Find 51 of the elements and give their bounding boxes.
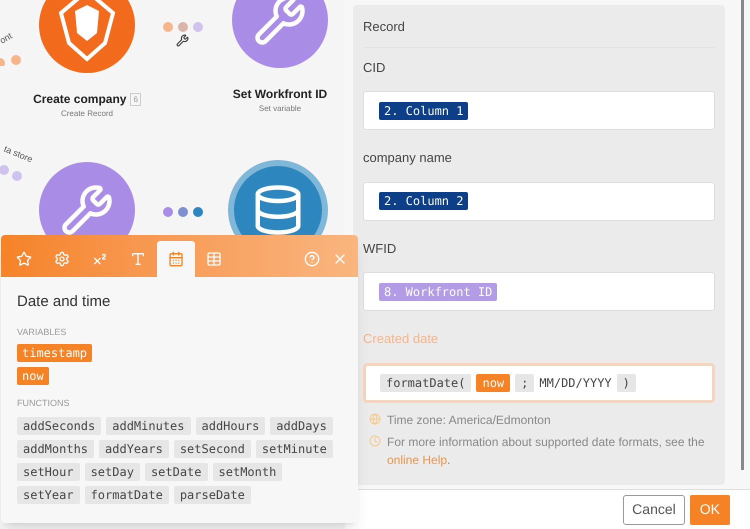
input-field[interactable]: 2. Column 2 [363, 182, 715, 220]
field-label: company name [363, 149, 453, 167]
connector-dots [0, 165, 22, 182]
connector-dots [0, 55, 22, 66]
wrench-icon[interactable] [176, 34, 189, 47]
module-subtitle: Create Record [60, 108, 114, 120]
clock-icon [369, 434, 381, 446]
mapped-token: 8. Workfront ID [379, 282, 498, 300]
function-chip[interactable]: addDays [270, 416, 333, 434]
function-chip[interactable]: addMinutes [106, 416, 190, 434]
formula-token: ; [515, 374, 534, 392]
function-chip[interactable]: setMonth [212, 462, 282, 480]
globe-icon [369, 412, 381, 424]
formula-text: MM/DD/YYYY [539, 374, 612, 392]
connector-dots [163, 22, 204, 32]
function-chip[interactable]: addYears [99, 440, 169, 458]
mapped-token: 2. Column 1 [379, 102, 468, 120]
mapped-token: 2. Column 2 [379, 192, 468, 210]
hint-text: For more information about supported date formats, see the online Help. [387, 434, 706, 468]
formula-field[interactable]: formatDate( now ; MM/DD/YYYY ) [363, 362, 715, 402]
function-chip[interactable]: setSecond [174, 440, 251, 458]
field-label: Created date [363, 330, 440, 348]
function-chip[interactable]: formatDate [84, 486, 169, 504]
panel-title: Date and time [17, 292, 112, 312]
function-chip[interactable]: addHours [196, 416, 266, 434]
module-badge: 6 [130, 92, 141, 106]
function-chip[interactable]: parseDate [174, 486, 251, 504]
section-label: VARIABLES [17, 326, 68, 338]
field-label: WFID [363, 240, 398, 258]
function-chip[interactable]: setDate [144, 462, 208, 480]
section-label: FUNCTIONS [17, 397, 70, 410]
module-title: Set Workfront ID [232, 86, 328, 103]
function-chip[interactable]: addSeconds [17, 416, 102, 434]
connector-dots [163, 207, 204, 217]
cancel-button[interactable]: Cancel [623, 494, 685, 524]
module-subtitle: Set variable [258, 103, 302, 115]
field-label: CID [363, 58, 386, 76]
formula-token: ) [616, 374, 636, 392]
formula-token: now [476, 374, 510, 392]
section-title: Record [363, 17, 715, 48]
function-chip[interactable]: setYear [17, 486, 80, 504]
function-chip[interactable]: setMinute [256, 440, 333, 458]
formula-token: formatDate( [380, 374, 472, 392]
function-chip[interactable]: setHour [17, 462, 80, 480]
calendar-icon[interactable] [157, 241, 195, 277]
module-title: Create company [33, 91, 126, 108]
connector-label: ta store [2, 142, 34, 166]
function-chip[interactable]: addMonths [17, 440, 94, 458]
hint-text: Time zone: America/Edmonton [387, 412, 551, 428]
input-field[interactable]: 2. Column 1 [363, 91, 715, 130]
function-chip[interactable]: setDay [84, 462, 140, 480]
